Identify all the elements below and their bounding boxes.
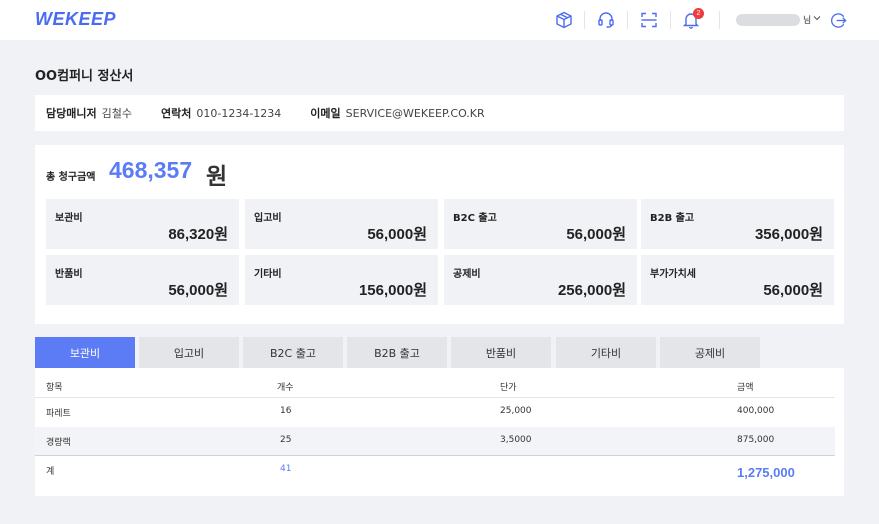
total-label: 총 청구금액 bbox=[46, 172, 96, 183]
table-cell: 875,000 bbox=[737, 435, 775, 445]
table-cell: 16 bbox=[280, 406, 292, 416]
bell-icon[interactable]: 2 bbox=[681, 8, 704, 30]
table-row: 경량랙 25 3,5000 875,000 bbox=[35, 427, 835, 456]
table-cell: 파레트 bbox=[46, 409, 71, 419]
stat-b2b-outbound: B2B 출고 356,000원 bbox=[641, 199, 834, 249]
stat-inbound: 입고비 56,000원 bbox=[245, 199, 438, 249]
logout-icon[interactable] bbox=[828, 10, 848, 30]
column-header: 금액 bbox=[737, 383, 754, 393]
billing-summary-card: 총 청구금액 468,357 원 보관비 86,320원 입고비 56,000원… bbox=[35, 145, 844, 324]
table-total-row: 계 41 1,275,000 bbox=[35, 456, 835, 496]
user-suffix-label: 님 bbox=[803, 16, 812, 26]
contact-label: 연락처 bbox=[160, 107, 192, 120]
user-menu[interactable]: 님 bbox=[803, 13, 821, 26]
stat-label: 기타비 bbox=[254, 269, 282, 280]
stat-misc: 기타비 156,000원 bbox=[245, 255, 438, 305]
stat-label: 공제비 bbox=[453, 269, 481, 280]
table-cell: 3,5000 bbox=[500, 435, 532, 445]
divider bbox=[584, 11, 585, 29]
stat-value: 56,000원 bbox=[566, 226, 626, 243]
stat-label: 부가가치세 bbox=[650, 269, 696, 280]
total-value: 468,357 bbox=[109, 157, 193, 183]
divider bbox=[670, 11, 671, 29]
table-cell: 25,000 bbox=[500, 406, 532, 416]
notification-badge: 2 bbox=[693, 8, 704, 19]
divider bbox=[627, 11, 628, 29]
column-header: 단가 bbox=[500, 383, 517, 393]
chevron-down-icon bbox=[813, 14, 821, 25]
stat-value: 56,000원 bbox=[168, 282, 228, 299]
top-bar: WEKEEP 2 님 bbox=[0, 0, 879, 40]
stat-value: 56,000원 bbox=[763, 282, 823, 299]
stat-value: 86,320원 bbox=[168, 226, 228, 243]
column-header: 개수 bbox=[277, 383, 294, 393]
stat-label: 반품비 bbox=[55, 269, 83, 280]
logo[interactable]: WEKEEP bbox=[35, 9, 116, 30]
tab-b2b-outbound[interactable]: B2B 출고 bbox=[347, 337, 447, 368]
tab-returns[interactable]: 반품비 bbox=[451, 337, 551, 368]
stat-label: B2B 출고 bbox=[650, 213, 695, 224]
table-cell: 400,000 bbox=[737, 406, 775, 416]
tab-storage[interactable]: 보관비 bbox=[35, 337, 135, 368]
total-row-amount: 1,275,000 bbox=[737, 465, 795, 480]
contact-value: 010-1234-1234 bbox=[196, 106, 282, 120]
total-row-count: 41 bbox=[280, 464, 292, 474]
manager-label: 담당매니저 bbox=[46, 107, 97, 120]
stat-value: 56,000원 bbox=[367, 226, 427, 243]
stat-label: 보관비 bbox=[55, 213, 83, 224]
stat-returns: 반품비 56,000원 bbox=[46, 255, 239, 305]
page-title: OO컴퍼니 정산서 bbox=[35, 69, 134, 84]
stat-storage: 보관비 86,320원 bbox=[46, 199, 239, 249]
total-row-label: 계 bbox=[46, 467, 55, 477]
stat-value: 256,000원 bbox=[557, 282, 626, 299]
total-unit: 원 bbox=[206, 164, 228, 190]
stat-label: B2C 출고 bbox=[453, 213, 497, 224]
tab-b2c-outbound[interactable]: B2C 출고 bbox=[243, 337, 343, 368]
stat-value: 356,000원 bbox=[754, 226, 823, 243]
email-value: SERVICE@WEKEEP.CO.KR bbox=[345, 106, 485, 120]
table-header-row: 항목 개수 단가 금액 bbox=[35, 378, 835, 398]
table-row: 파레트 16 25,000 400,000 bbox=[35, 398, 835, 427]
stat-vat: 부가가치세 56,000원 bbox=[641, 255, 834, 305]
tab-misc[interactable]: 기타비 bbox=[556, 337, 656, 368]
stat-b2c-outbound: B2C 출고 56,000원 bbox=[444, 199, 637, 249]
table-cell: 25 bbox=[280, 435, 292, 445]
stat-deduction: 공제비 256,000원 bbox=[444, 255, 637, 305]
box-icon[interactable] bbox=[554, 10, 574, 30]
stat-value: 156,000원 bbox=[358, 282, 427, 299]
tab-deduction[interactable]: 공제비 bbox=[660, 337, 760, 368]
tab-inbound[interactable]: 입고비 bbox=[139, 337, 239, 368]
user-name-placeholder[interactable] bbox=[736, 14, 800, 26]
divider bbox=[719, 11, 720, 29]
column-header: 항목 bbox=[46, 383, 63, 393]
manager-value: 김철수 bbox=[101, 107, 132, 120]
detail-table: 항목 개수 단가 금액 파레트 16 25,000 400,000 경량랙 25… bbox=[35, 368, 844, 496]
manager-info-card: 담당매니저 김철수 연락처 010-1234-1234 이메일 SERVICE@… bbox=[35, 95, 844, 131]
table-cell: 경량랙 bbox=[46, 438, 71, 448]
scan-icon[interactable] bbox=[639, 10, 659, 30]
email-label: 이메일 bbox=[310, 107, 341, 120]
headset-icon[interactable] bbox=[596, 10, 616, 30]
stat-label: 입고비 bbox=[254, 213, 282, 224]
